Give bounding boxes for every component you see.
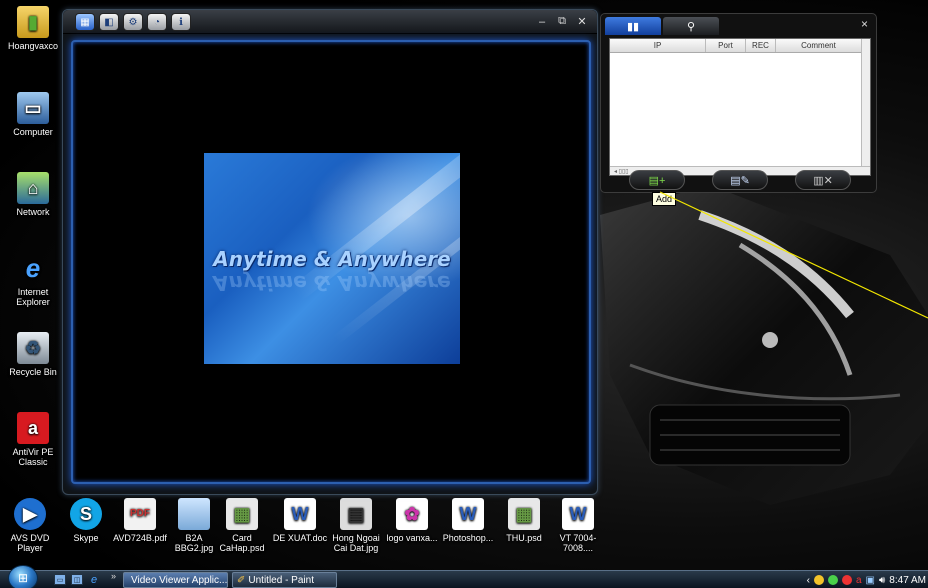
taskbar-item-paint[interactable]: ✐ Untitled - Paint (232, 572, 337, 588)
switch-windows-icon[interactable]: ◫ (71, 574, 83, 585)
windows-logo-icon: ⊞ (17, 571, 29, 585)
internet-explorer-icon[interactable]: e (88, 574, 100, 586)
network-tray-icon[interactable]: ▣ (866, 575, 875, 586)
tray-app-icon[interactable] (827, 575, 838, 585)
quick-launch: ▭ ◫ e (54, 574, 100, 586)
tray-expand-icon[interactable]: ‹ (807, 575, 810, 586)
volume-icon[interactable]: 🔊︎ (879, 575, 885, 586)
show-desktop-icon[interactable]: ▭ (54, 574, 66, 585)
taskbar-item-label: Video Viewer Applic... (131, 574, 228, 586)
system-tray: ‹ a ▣ 🔊︎ 8:47 AM (807, 572, 926, 588)
taskbar-item-label: Untitled - Paint (248, 574, 314, 586)
quick-launch-more[interactable]: » (111, 571, 116, 581)
paint-app-icon: ✐ (237, 574, 246, 586)
pointer-line (659, 191, 928, 319)
tray-app-icon[interactable] (841, 575, 852, 585)
start-button[interactable]: ⊞ (8, 565, 38, 588)
clock[interactable]: 8:47 AM (889, 575, 926, 586)
taskbar-item-video-viewer[interactable]: Video Viewer Applic... (123, 572, 228, 588)
tray-app-icon[interactable] (813, 575, 824, 585)
antivir-tray-icon[interactable]: a (856, 575, 862, 586)
